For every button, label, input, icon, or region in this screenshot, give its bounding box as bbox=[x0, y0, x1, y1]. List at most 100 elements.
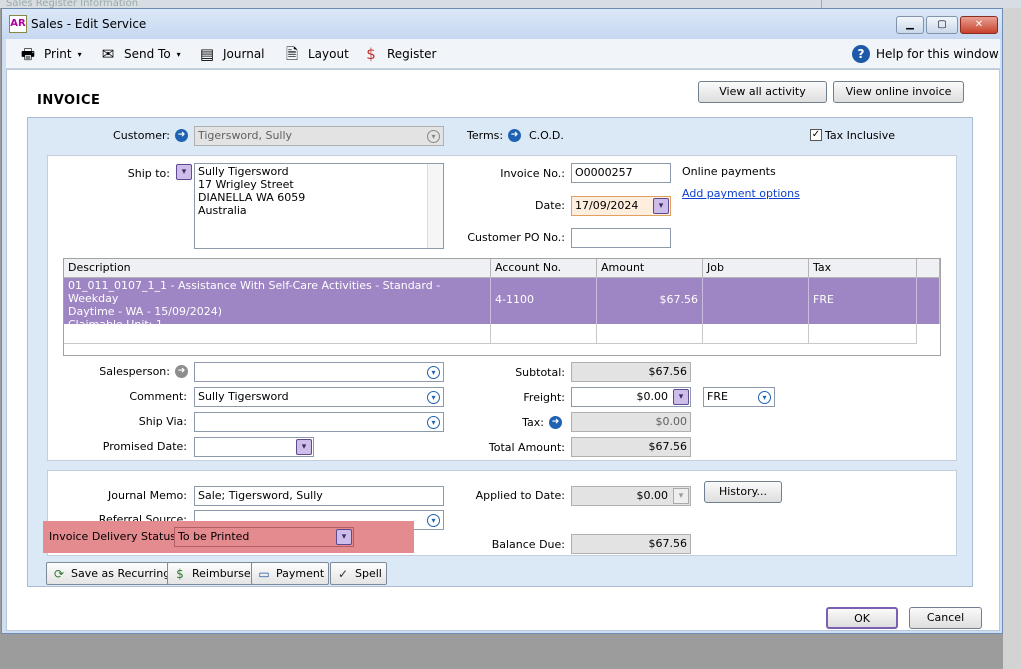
comment-input[interactable]: Sully Tigersword ▾ bbox=[194, 387, 444, 407]
tax-inclusive-checkbox[interactable]: ✓ bbox=[810, 129, 822, 141]
reimburse-icon: $ bbox=[176, 566, 184, 581]
empty-cell[interactable] bbox=[491, 324, 597, 344]
customer-arrow-icon[interactable]: ➜ bbox=[175, 129, 188, 142]
customer-field[interactable]: Tigersword, Sully ▾ bbox=[194, 126, 444, 146]
invoice-no-input[interactable]: O0000257 bbox=[571, 163, 671, 183]
background-window-controls bbox=[821, 0, 1021, 8]
customer-po-label: Customer PO No.: bbox=[467, 231, 565, 244]
spell-check-icon: ✓ bbox=[337, 566, 349, 581]
help-icon: ? bbox=[852, 45, 870, 63]
layout-button[interactable]: 🗎 Layout bbox=[282, 39, 349, 69]
ship-to-line: DIANELLA WA 6059 bbox=[198, 191, 306, 204]
ship-to-dropdown[interactable]: ▾ bbox=[176, 164, 192, 180]
column-header-spacer bbox=[917, 259, 940, 278]
freight-dropdown[interactable]: ▾ bbox=[673, 389, 689, 405]
salesperson-arrow-icon[interactable]: ➜ bbox=[175, 365, 188, 378]
delivery-status-select[interactable]: To be Printed ▾ bbox=[174, 527, 354, 547]
journal-button[interactable]: ▤ Journal bbox=[197, 39, 265, 69]
form-area: INVOICE View all activity View online in… bbox=[6, 69, 1000, 631]
column-header-tax[interactable]: Tax bbox=[809, 259, 917, 278]
empty-cell[interactable] bbox=[703, 324, 809, 344]
freight-label: Freight: bbox=[523, 391, 565, 404]
salesperson-input[interactable]: ▾ bbox=[194, 362, 444, 382]
calendar-dropdown[interactable]: ▾ bbox=[296, 439, 312, 455]
history-button[interactable]: History... bbox=[704, 481, 782, 503]
chevron-down-icon[interactable]: ▾ bbox=[427, 514, 440, 527]
add-payment-options-link[interactable]: Add payment options bbox=[682, 187, 800, 200]
register-label: Register bbox=[387, 47, 437, 61]
applied-to-date-amount: $0.00 bbox=[636, 489, 669, 502]
terms-label: Terms: bbox=[467, 129, 504, 142]
chevron-down-icon[interactable]: ▾ bbox=[758, 391, 771, 404]
page-title: INVOICE bbox=[37, 93, 101, 108]
table-row-tax[interactable]: FRE bbox=[809, 278, 917, 324]
view-all-activity-button[interactable]: View all activity bbox=[698, 81, 827, 103]
table-row-account[interactable]: 4-1100 bbox=[491, 278, 597, 324]
layout-icon: 🗎 bbox=[285, 45, 299, 63]
print-button[interactable]: 🖶 Print ▾ bbox=[18, 39, 82, 69]
calendar-dropdown[interactable]: ▾ bbox=[653, 198, 669, 214]
maximize-button[interactable]: ▢ bbox=[926, 16, 958, 34]
action-buttons: ⟳ Save as Recurring $ Reimburse ▭ Paymen… bbox=[46, 562, 946, 586]
empty-cell[interactable] bbox=[64, 324, 491, 344]
ship-to-label: Ship to: bbox=[127, 167, 170, 180]
table-row-job[interactable] bbox=[703, 278, 809, 324]
chevron-down-icon[interactable]: ▾ bbox=[427, 416, 440, 429]
delivery-status-highlight: Invoice Delivery Status: To be Printed ▾ bbox=[43, 521, 414, 553]
chevron-down-icon[interactable]: ▾ bbox=[427, 366, 440, 379]
reimburse-label: Reimburse bbox=[192, 567, 251, 580]
view-online-invoice-button[interactable]: View online invoice bbox=[833, 81, 964, 103]
cancel-button[interactable]: Cancel bbox=[909, 607, 982, 629]
ok-button[interactable]: OK bbox=[826, 607, 898, 629]
table-row-description[interactable]: 01_011_0107_1_1 - Assistance With Self-C… bbox=[64, 278, 491, 331]
terms-arrow-icon[interactable]: ➜ bbox=[508, 129, 521, 142]
payment-label: Payment bbox=[276, 567, 325, 580]
ship-to-scrollbar[interactable] bbox=[427, 164, 443, 248]
minimize-button[interactable]: ▁ bbox=[896, 16, 924, 34]
balance-due-value: $67.56 bbox=[571, 534, 691, 554]
column-header-job[interactable]: Job bbox=[703, 259, 809, 278]
spell-button[interactable]: ✓ Spell bbox=[330, 562, 387, 585]
chevron-down-icon: ▾ bbox=[673, 488, 689, 504]
register-icon: $ bbox=[366, 45, 376, 63]
journal-memo-input[interactable]: Sale; Tigersword, Sully bbox=[194, 486, 444, 506]
freight-tax-code-input[interactable]: FRE ▾ bbox=[703, 387, 775, 407]
empty-cell[interactable] bbox=[809, 324, 917, 344]
chevron-down-icon[interactable]: ▾ bbox=[427, 391, 440, 404]
table-row-amount[interactable]: $67.56 bbox=[597, 278, 703, 324]
customer-po-input[interactable] bbox=[571, 228, 671, 248]
ship-to-address[interactable]: Sully Tigersword 17 Wrigley Street DIANE… bbox=[194, 163, 444, 249]
column-header-description[interactable]: Description bbox=[64, 259, 491, 278]
column-header-account[interactable]: Account No. bbox=[491, 259, 597, 278]
ship-to-line: Sully Tigersword bbox=[198, 165, 289, 178]
invoice-panel: Customer: ➜ Tigersword, Sully ▾ Terms: ➜… bbox=[27, 117, 973, 587]
date-input[interactable]: 17/09/2024 ▾ bbox=[571, 196, 671, 216]
payment-button[interactable]: ▭ Payment bbox=[251, 562, 330, 585]
register-button[interactable]: $ Register bbox=[361, 39, 436, 69]
terms-value: C.O.D. bbox=[529, 129, 564, 142]
ship-to-line: 17 Wrigley Street bbox=[198, 178, 294, 191]
chevron-down-icon[interactable]: ▾ bbox=[427, 130, 440, 143]
empty-cell[interactable] bbox=[597, 324, 703, 344]
tax-inclusive-label: Tax Inclusive bbox=[825, 129, 896, 142]
freight-input[interactable]: $0.00 ▾ bbox=[571, 387, 691, 407]
customer-value: Tigersword, Sully bbox=[198, 129, 293, 142]
ship-via-label: Ship Via: bbox=[138, 415, 187, 428]
save-as-recurring-button[interactable]: ⟳ Save as Recurring bbox=[46, 562, 176, 585]
spell-label: Spell bbox=[355, 567, 382, 580]
column-header-amount[interactable]: Amount bbox=[597, 259, 703, 278]
help-button[interactable]: ? Help for this window bbox=[852, 39, 999, 69]
journal-label: Journal bbox=[223, 47, 265, 61]
reimburse-button[interactable]: $ Reimburse bbox=[167, 562, 256, 585]
ship-via-input[interactable]: ▾ bbox=[194, 412, 444, 432]
comment-value: Sully Tigersword bbox=[198, 390, 289, 403]
tax-arrow-icon[interactable]: ➜ bbox=[549, 416, 562, 429]
delivery-status-dropdown[interactable]: ▾ bbox=[336, 529, 352, 545]
app-logo-icon: AR bbox=[9, 15, 27, 33]
save-as-recurring-label: Save as Recurring bbox=[71, 567, 171, 580]
send-to-button[interactable]: ✉ Send To ▾ bbox=[98, 39, 181, 69]
close-button[interactable]: ✕ bbox=[960, 16, 998, 34]
freight-value: $0.00 bbox=[636, 390, 669, 403]
promised-date-input[interactable]: ▾ bbox=[194, 437, 314, 457]
promised-date-label: Promised Date: bbox=[102, 440, 187, 453]
